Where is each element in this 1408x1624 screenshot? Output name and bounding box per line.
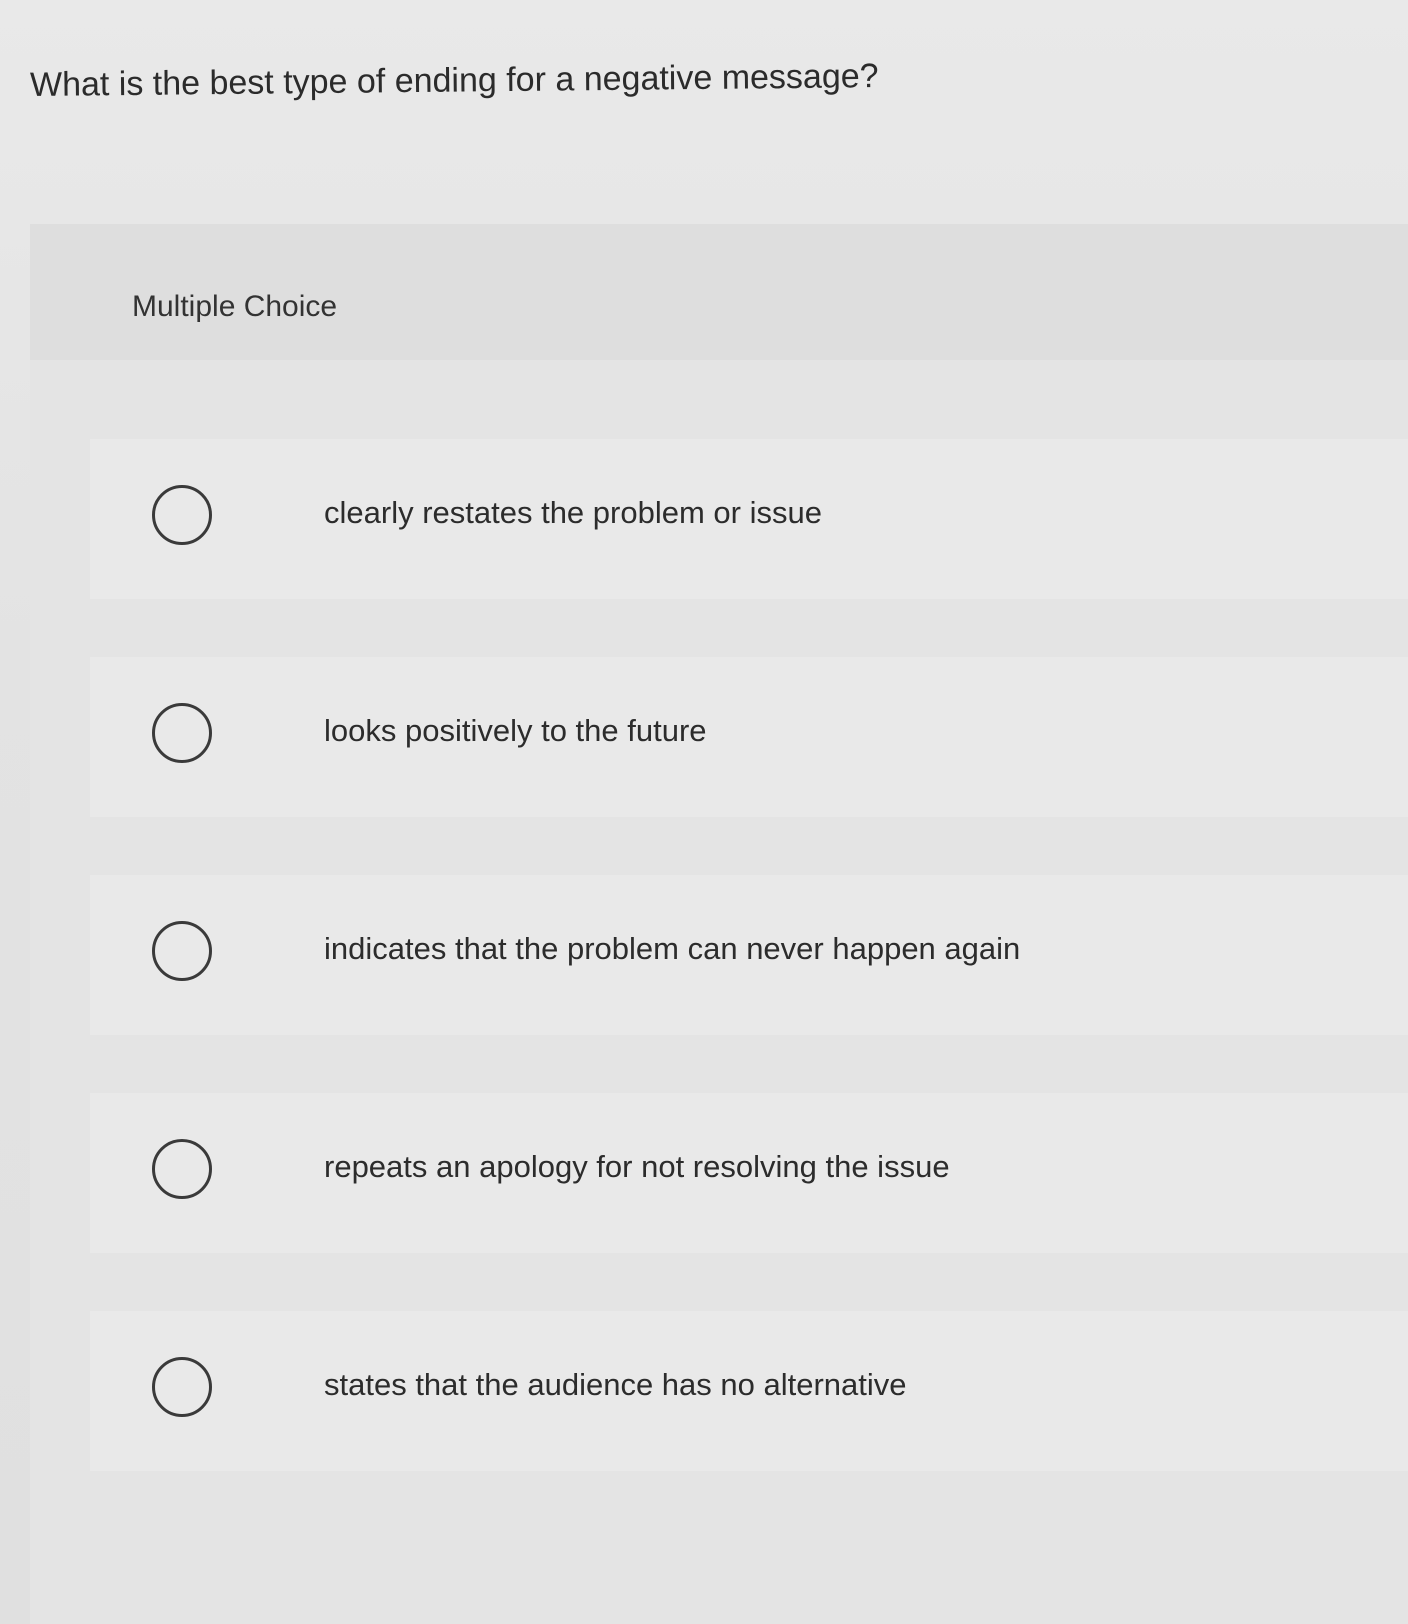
answer-option-label: clearly restates the problem or issue (324, 495, 822, 530)
answer-option[interactable]: repeats an apology for not resolving the… (90, 1093, 1408, 1253)
radio-button-icon[interactable] (152, 1139, 212, 1199)
answer-option-label: states that the audience has no alternat… (324, 1367, 907, 1402)
answer-option[interactable]: states that the audience has no alternat… (90, 1311, 1408, 1471)
radio-button-icon[interactable] (152, 921, 212, 981)
answer-option[interactable]: clearly restates the problem or issue (90, 439, 1408, 599)
answer-option-label: repeats an apology for not resolving the… (324, 1149, 950, 1184)
question-type-label: Multiple Choice (132, 290, 338, 323)
panel-header: Multiple Choice (30, 224, 1408, 360)
radio-button-icon[interactable] (152, 1357, 212, 1417)
answer-option-label: indicates that the problem can never hap… (324, 931, 1021, 966)
answer-option[interactable]: looks positively to the future (90, 657, 1408, 817)
radio-button-icon[interactable] (152, 485, 212, 545)
question-panel: Multiple Choice clearly restates the pro… (30, 224, 1408, 1624)
radio-button-icon[interactable] (152, 703, 212, 763)
question-text: What is the best type of ending for a ne… (29, 57, 879, 104)
answer-option[interactable]: indicates that the problem can never hap… (90, 875, 1408, 1035)
answer-option-label: looks positively to the future (324, 713, 707, 748)
answer-options: clearly restates the problem or issue lo… (90, 439, 1408, 1529)
